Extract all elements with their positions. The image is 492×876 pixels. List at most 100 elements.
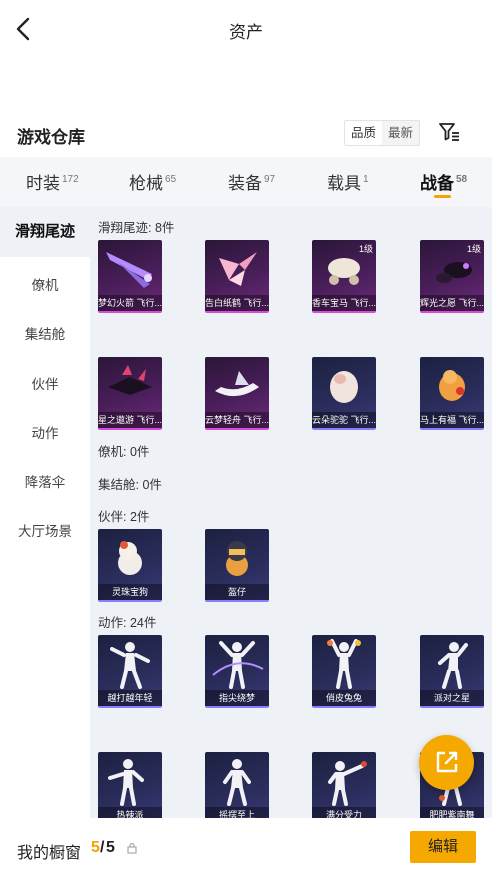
subcategory-sidebar: 滑翔尾迹 僚机 集结舱 伙伴 动作 降落伞 大厅场景	[0, 207, 90, 818]
group-label-trail: 滑翔尾迹: 8件	[98, 221, 175, 235]
item-card[interactable]: 马上有福 飞行...	[420, 357, 484, 430]
sidebar-item-emote[interactable]: 动作	[0, 422, 90, 442]
warehouse-header: 游戏仓库 品质 最新	[0, 116, 492, 150]
group-label-wingman: 僚机: 0件	[98, 445, 150, 459]
sort-newest-button[interactable]: 最新	[382, 121, 419, 145]
item-card[interactable]: 1级 辉光之愿 飞行...	[420, 240, 484, 313]
filter-button[interactable]	[437, 120, 461, 144]
item-grid-panel: 滑翔尾迹: 8件 梦幻火箭 飞行... 告白纸鹤 飞行... 1级 香车宝马 飞…	[90, 207, 492, 818]
lucky-horse-art	[439, 370, 465, 401]
tab-combat-gear[interactable]: 战备 58	[420, 169, 467, 194]
item-name: 越打越年轻	[98, 690, 162, 706]
dance-pose-art	[328, 761, 367, 806]
group-label-rally-pod: 集结舱: 0件	[98, 478, 162, 492]
item-card[interactable]: 盔仔	[205, 529, 269, 602]
item-level: 1级	[358, 244, 373, 254]
tab-count: 58	[456, 174, 468, 185]
tab-count: 1	[363, 174, 369, 185]
cloud-camel-art	[330, 371, 358, 403]
item-name: 梦幻火箭 飞行...	[98, 295, 162, 311]
rocket-trail-art	[106, 252, 152, 288]
showcase-count-current: 5	[91, 839, 100, 856]
item-name: 香车宝马 飞行...	[312, 295, 376, 311]
sidebar-item-partner[interactable]: 伙伴	[0, 373, 90, 393]
external-link-icon	[436, 751, 458, 773]
sidebar-item-wingman[interactable]: 僚机	[0, 274, 90, 294]
category-tabs: 时装 172 枪械 65 装备 97 载具 1 战备 58	[0, 157, 492, 207]
helmet-buddy-art	[226, 541, 248, 576]
item-name: 灵珠宝狗	[98, 584, 162, 600]
treasure-dog-art	[118, 541, 142, 575]
sort-toggle: 品质 最新	[344, 120, 420, 146]
item-card[interactable]: 满分受力	[312, 752, 376, 818]
dance-pose-art	[223, 759, 251, 806]
page-title: 资产	[229, 23, 263, 42]
showcase-count-max: 5	[106, 839, 115, 856]
item-card[interactable]: 梦幻火箭 飞行...	[98, 240, 162, 313]
sidebar-item-lobby-scene[interactable]: 大厅场景	[0, 520, 90, 540]
item-name: 云梦轻舟 飞行...	[205, 412, 269, 428]
tab-label: 枪械	[129, 174, 163, 193]
item-name: 派对之星	[420, 690, 484, 706]
dance-pose-art	[108, 759, 144, 806]
dance-pose-art	[110, 642, 150, 689]
item-name: 辉光之愿 飞行...	[420, 295, 484, 311]
item-name: 热辣派	[98, 807, 162, 818]
top-bar: 资产	[0, 0, 492, 58]
item-card[interactable]: 灵珠宝狗	[98, 529, 162, 602]
item-name: 满分受力	[312, 807, 376, 818]
item-name: 马上有福 飞行...	[420, 412, 484, 428]
group-label-partner: 伙伴: 2件	[98, 510, 150, 524]
edit-button[interactable]: 编辑	[410, 831, 476, 863]
section-title: 游戏仓库	[17, 128, 85, 147]
tab-label: 战备	[420, 174, 454, 193]
item-name: 肥肥紫南舞	[420, 807, 484, 818]
tab-vehicles[interactable]: 载具 1	[327, 169, 369, 194]
item-card[interactable]: 热辣派	[98, 752, 162, 818]
dance-pose-art	[212, 641, 264, 689]
share-fab[interactable]	[419, 735, 474, 790]
filter-icon	[439, 123, 459, 141]
showcase-bar: 我的橱窗 5 / 5 编辑	[0, 818, 492, 876]
item-card[interactable]: 摇摆至上	[205, 752, 269, 818]
tab-firearms[interactable]: 枪械 65	[129, 169, 176, 194]
item-card[interactable]: 越打越年轻	[98, 635, 162, 708]
item-name: 盔仔	[205, 584, 269, 600]
tab-fashion[interactable]: 时装 172	[26, 169, 79, 194]
item-card[interactable]: 云梦轻舟 飞行...	[205, 357, 269, 430]
item-card[interactable]: 星之遨游 飞行...	[98, 357, 162, 430]
item-card[interactable]: 俏皮兔兔	[312, 635, 376, 708]
tab-label: 时装	[26, 174, 60, 193]
showcase-label: 我的橱窗	[17, 845, 82, 862]
paper-crane-art	[219, 252, 257, 286]
item-card[interactable]: 指尖绕梦	[205, 635, 269, 708]
lock-icon	[127, 842, 137, 854]
sort-quality-button[interactable]: 品质	[345, 121, 382, 145]
tab-label: 载具	[327, 174, 361, 193]
tab-count: 65	[165, 174, 177, 185]
item-level: 1级	[466, 244, 481, 254]
item-card[interactable]: 云朵驼驼 飞行...	[312, 357, 376, 430]
active-tab-indicator	[434, 195, 451, 198]
item-card[interactable]: 1级 香车宝马 飞行...	[312, 240, 376, 313]
showcase-count-separator: /	[100, 839, 105, 856]
tab-label: 装备	[228, 174, 262, 193]
group-label-emote: 动作: 24件	[98, 616, 157, 630]
tab-count: 172	[62, 174, 79, 185]
star-voyage-art	[108, 365, 152, 395]
dance-pose-art	[327, 639, 361, 689]
tab-count: 97	[264, 174, 276, 185]
item-name: 云朵驼驼 飞行...	[312, 412, 376, 428]
item-name: 摇摆至上	[205, 807, 269, 818]
cloud-boat-art	[215, 371, 259, 397]
tab-equipment[interactable]: 装备 97	[228, 169, 275, 194]
sidebar-item-rally-pod[interactable]: 集结舱	[0, 323, 90, 343]
sidebar-item-parachute[interactable]: 降落伞	[0, 471, 90, 491]
sidebar-item-glide-trail[interactable]: 滑翔尾迹	[0, 207, 90, 257]
item-name: 星之遨游 飞行...	[98, 412, 162, 428]
dance-pose-art	[438, 642, 468, 689]
item-card[interactable]: 告白纸鹤 飞行...	[205, 240, 269, 313]
item-name: 指尖绕梦	[205, 690, 269, 706]
item-card[interactable]: 派对之星	[420, 635, 484, 708]
item-name: 俏皮兔兔	[312, 690, 376, 706]
